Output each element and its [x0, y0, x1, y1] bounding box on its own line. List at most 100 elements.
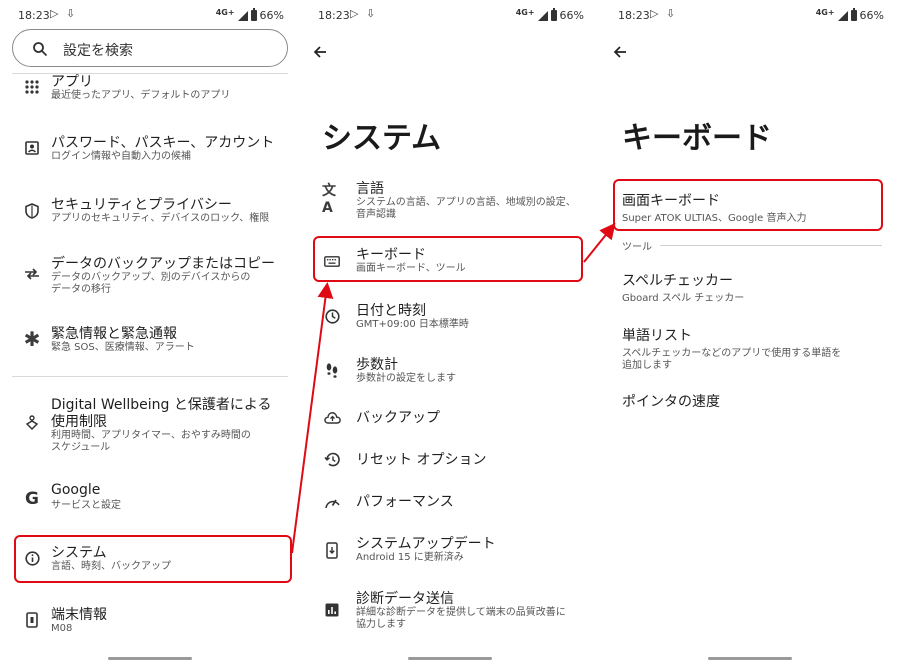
apps-icon [22, 77, 42, 97]
item-title: 日付と時刻 [356, 303, 426, 319]
settings-item-backup[interactable]: データのバックアップまたはコピー データのバックアップ、別のデバイスからの デー… [0, 252, 300, 302]
battery-percent: 66% [859, 9, 884, 22]
settings-item-diagnostics[interactable]: 診断データ送信 詳細な診断データを提供して端末の品質改善に 協力します [300, 588, 600, 632]
item-subtitle: GMT+09:00 日本標準時 [356, 319, 469, 330]
status-time: 18:23 [618, 9, 650, 22]
settings-item-date-time[interactable]: 日付と時刻 GMT+09:00 日本標準時 [300, 300, 600, 334]
notification-icons: ▷ ⇩ [50, 7, 78, 20]
item-subtitle: 歩数計の設定をします [356, 373, 456, 384]
notification-icons: ▷ ⇩ [350, 7, 378, 20]
settings-item-performance[interactable]: パフォーマンス [300, 491, 600, 515]
signal-icon [537, 10, 548, 21]
settings-item-security[interactable]: セキュリティとプライバシー アプリのセキュリティ、デバイスのロック、権限 [0, 192, 300, 234]
item-title: 端末情報 [51, 607, 107, 623]
battery-icon [850, 8, 857, 21]
divider [12, 376, 288, 377]
settings-item-wellbeing[interactable]: Digital Wellbeing と保護者による 使用制限 利用時間、アプリタ… [0, 393, 300, 455]
asterisk-icon: ✱ [23, 327, 41, 351]
item-title: パフォーマンス [356, 494, 454, 510]
battery-percent: 66% [559, 9, 584, 22]
back-arrow-icon[interactable] [313, 44, 327, 63]
settings-item-backup[interactable]: バックアップ [300, 407, 600, 431]
item-subtitle: Gboard スペル チェッカー [622, 293, 745, 304]
phone-icon [22, 610, 42, 630]
settings-item-system-update[interactable]: システムアップデート Android 15 に更新済み [300, 533, 600, 567]
gesture-bar[interactable] [408, 657, 492, 660]
settings-item-language[interactable]: 文A 言語 システムの言語、アプリの言語、地域別の設定、 音声認識 [300, 178, 600, 222]
highlight-box [613, 179, 883, 231]
settings-item-word-list[interactable]: 単語リスト スペルチェッカーなどのアプリで使用する単語を 追加します [622, 325, 841, 372]
network-type: 4G+ [515, 8, 535, 17]
status-time: 18:23 [18, 9, 50, 22]
translate-icon: 文A [322, 183, 336, 216]
google-icon: G [25, 489, 39, 509]
settings-item-pedometer[interactable]: 歩数計 歩数計の設定をします [300, 354, 600, 388]
battery-icon [550, 8, 557, 21]
settings-item-device-info[interactable]: 端末情報 M08 [0, 604, 300, 644]
item-subtitle: データのバックアップ、別のデバイスからの [51, 272, 251, 283]
item-subtitle: ログイン情報や自動入力の候補 [51, 151, 191, 162]
item-title: データのバックアップまたはコピー [51, 256, 275, 272]
item-title: リセット オプション [356, 452, 487, 468]
battery-icon [250, 8, 257, 21]
settings-item-reset[interactable]: リセット オプション [300, 449, 600, 473]
item-subtitle: 追加します [622, 360, 672, 371]
signal-icon [837, 10, 848, 21]
settings-item-emergency[interactable]: ✱ 緊急情報と緊急通報 緊急 SOS、医療情報、アラート [0, 322, 300, 362]
item-title: 単語リスト [622, 328, 692, 344]
network-type: 4G+ [215, 8, 235, 17]
highlight-box [14, 535, 292, 583]
item-subtitle: スケジュール [51, 442, 111, 453]
chart-icon [322, 600, 342, 620]
signal-icon [237, 10, 248, 21]
item-title: 緊急情報と緊急通報 [51, 326, 177, 342]
item-subtitle: サービスと設定 [51, 500, 121, 511]
speed-icon [322, 492, 342, 512]
item-subtitle: アプリのセキュリティ、デバイスのロック、権限 [51, 213, 270, 224]
keyboard-settings-screen: 18:23 ▷ ⇩ 4G+ 66% キーボード 画面キーボード Super AT… [600, 0, 900, 668]
gesture-bar[interactable] [708, 657, 792, 660]
settings-item-pointer-speed[interactable]: ポインタの速度 [622, 391, 720, 411]
item-subtitle: システムの言語、アプリの言語、地域別の設定、 [356, 197, 576, 208]
settings-main-screen: 18:23 ▷ ⇩ 4G+ 66% 設定を検索 アプリ 最近使ったアプリ、デフォ… [0, 0, 300, 668]
settings-item-spell-checker[interactable]: スペルチェッカー Gboard スペル チェッカー [622, 270, 744, 305]
account-box-icon [22, 138, 42, 158]
item-title: バックアップ [356, 410, 440, 426]
cloud-upload-icon [322, 407, 342, 427]
footsteps-icon [322, 360, 342, 380]
item-subtitle: スペルチェッカーなどのアプリで使用する単語を [622, 348, 842, 359]
item-subtitle: 緊急 SOS、医療情報、アラート [51, 342, 195, 353]
network-type: 4G+ [815, 8, 835, 17]
settings-item-apps[interactable]: アプリ 最近使ったアプリ、デフォルトのアプリ [0, 70, 300, 112]
item-title: 診断データ送信 [356, 591, 454, 607]
settings-item-google[interactable]: G Google サービスと設定 [0, 481, 300, 521]
item-title: アプリ [51, 74, 93, 90]
status-bar: 18:23 ▷ ⇩ 4G+ 66% [300, 6, 600, 26]
item-title: Google [51, 482, 101, 498]
settings-item-passwords[interactable]: パスワード、パスキー、アカウント ログイン情報や自動入力の候補 [0, 130, 300, 172]
history-icon [322, 449, 342, 469]
category-divider [660, 245, 882, 246]
system-settings-screen: 18:23 ▷ ⇩ 4G+ 66% システム 文A 言語 システムの言語、アプリ… [300, 0, 600, 668]
item-title: ポインタの速度 [622, 394, 720, 410]
item-title: 使用制限 [51, 414, 107, 430]
status-bar: 18:23 ▷ ⇩ 4G+ 66% [600, 6, 900, 26]
search-bar[interactable]: 設定を検索 [12, 29, 288, 67]
item-title: パスワード、パスキー、アカウント [51, 135, 275, 151]
item-title: システムアップデート [356, 536, 496, 552]
page-title: システム [322, 121, 442, 156]
item-subtitle: 詳細な診断データを提供して端末の品質改善に [356, 607, 566, 618]
transfer-icon [22, 264, 42, 284]
system-update-icon [322, 540, 342, 560]
item-title: 言語 [356, 181, 384, 197]
status-bar: 18:23 ▷ ⇩ 4G+ 66% [0, 6, 300, 26]
category-header: ツール [622, 242, 652, 253]
clock-icon [322, 306, 342, 326]
item-title: セキュリティとプライバシー [51, 197, 232, 213]
back-arrow-icon[interactable] [613, 44, 627, 63]
item-subtitle: 音声認識 [356, 209, 396, 220]
item-subtitle: 協力します [356, 619, 406, 630]
item-subtitle: 利用時間、アプリタイマー、おやすみ時間の [51, 430, 251, 441]
gesture-bar[interactable] [108, 657, 192, 660]
wellbeing-icon [22, 413, 42, 433]
